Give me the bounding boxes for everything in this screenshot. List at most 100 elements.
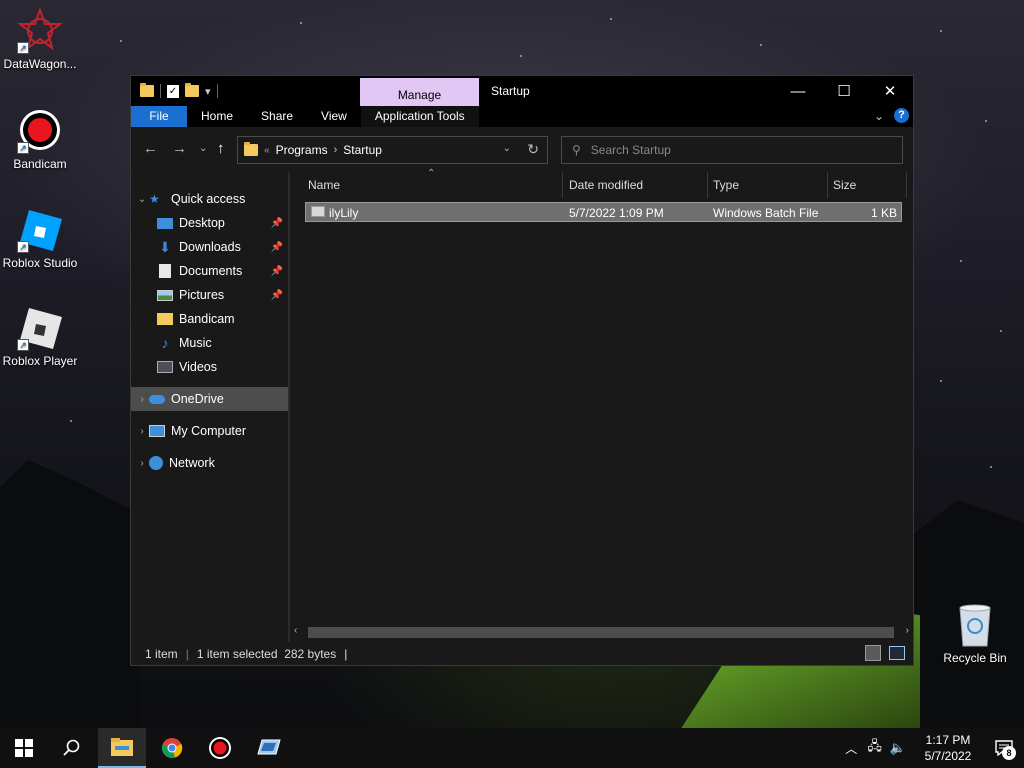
back-arrow-icon[interactable]: ← xyxy=(143,140,158,157)
shortcut-arrow-icon: ↗ xyxy=(17,142,29,154)
action-center-button[interactable]: 8 xyxy=(984,728,1024,768)
nav-documents[interactable]: Documents 📌 xyxy=(131,259,288,283)
close-button[interactable]: ✕ xyxy=(867,76,913,106)
tab-home[interactable]: Home xyxy=(187,106,247,127)
address-dropdown-icon[interactable]: ⌄ xyxy=(503,143,511,154)
column-header-date-modified[interactable]: Date modified xyxy=(569,172,643,198)
manage-contextual-tab[interactable]: Manage xyxy=(360,78,479,106)
expand-chevron-icon[interactable]: › xyxy=(135,426,149,437)
tab-file[interactable]: File xyxy=(131,106,187,127)
nav-bandicam[interactable]: Bandicam xyxy=(131,307,288,331)
column-divider[interactable] xyxy=(562,172,563,198)
film-icon xyxy=(157,361,173,373)
nav-network[interactable]: › Network xyxy=(131,451,288,475)
nav-quick-access[interactable]: ⌄ ★ Quick access xyxy=(131,187,288,211)
desktop-icon-label: DataWagon... xyxy=(3,57,77,71)
expand-ribbon-icon[interactable]: ⌄ xyxy=(874,109,884,123)
large-icons-view-icon[interactable] xyxy=(889,646,905,660)
desktop-icon-roblox-studio[interactable]: ↗ Roblox Studio xyxy=(0,207,80,270)
nav-desktop[interactable]: Desktop 📌 xyxy=(131,211,288,235)
details-view-icon[interactable] xyxy=(865,645,881,661)
window-title: Startup xyxy=(491,84,530,98)
column-header-size[interactable]: Size xyxy=(833,172,856,198)
scroll-left-icon[interactable]: ‹ xyxy=(294,625,297,636)
breadcrumb-separator-icon[interactable]: › xyxy=(334,144,338,156)
help-icon[interactable]: ? xyxy=(894,108,909,123)
new-folder-icon[interactable] xyxy=(185,83,199,97)
show-hidden-icons-chevron-icon[interactable]: ︿ xyxy=(845,740,857,757)
ribbon-tabs: File Home Share View Application Tools ⌄… xyxy=(131,106,913,127)
collapse-chevron-icon[interactable]: ⌄ xyxy=(135,194,149,205)
notification-count-badge: 8 xyxy=(1002,746,1016,760)
customize-qat-icon[interactable]: ▾ xyxy=(205,85,211,98)
start-button[interactable] xyxy=(0,728,48,768)
tab-view[interactable]: View xyxy=(307,106,361,127)
desktop-icon-recycle-bin[interactable]: Recycle Bin xyxy=(935,602,1015,665)
address-bar[interactable]: « Programs › Startup ⌄ ↻ xyxy=(237,136,548,164)
content-area: ⌄ ★ Quick access Desktop 📌 ⬇ Downloads 📌… xyxy=(131,168,913,642)
desktop-icon-bandicam[interactable]: ↗ Bandicam xyxy=(0,108,80,171)
nav-label: Downloads xyxy=(179,240,241,254)
nav-label: Pictures xyxy=(179,288,225,302)
title-bar[interactable]: ✓ ▾ Manage Startup — ☐ ✕ xyxy=(131,76,913,106)
volume-icon[interactable]: 🔈 xyxy=(890,740,906,756)
nav-label: Desktop xyxy=(179,216,225,230)
maximize-button[interactable]: ☐ xyxy=(821,76,867,106)
divider: | xyxy=(185,646,189,661)
taskbar-file-explorer[interactable] xyxy=(98,728,146,768)
music-note-icon: ♪ xyxy=(161,335,169,351)
up-arrow-icon[interactable]: ↑ xyxy=(217,140,225,157)
file-name: ilyLily xyxy=(329,206,359,220)
breadcrumb-programs[interactable]: Programs xyxy=(276,143,328,157)
network-icon[interactable]: 🖧 xyxy=(867,737,882,759)
column-divider[interactable] xyxy=(707,172,708,198)
nav-label: Music xyxy=(179,336,212,350)
horizontal-scrollbar[interactable]: ‹ › xyxy=(290,624,913,640)
minimize-button[interactable]: — xyxy=(775,76,821,106)
search-box[interactable]: ⚲ Search Startup xyxy=(561,136,903,164)
desktop-icon-datawagon[interactable]: ↗ DataWagon... xyxy=(0,7,80,71)
breadcrumb-startup[interactable]: Startup xyxy=(343,143,382,157)
nav-my-computer[interactable]: › My Computer xyxy=(131,419,288,443)
nav-downloads[interactable]: ⬇ Downloads 📌 xyxy=(131,235,288,259)
shortcut-arrow-icon: ↗ xyxy=(17,339,29,351)
nav-onedrive[interactable]: › OneDrive xyxy=(131,387,288,411)
expand-chevron-icon[interactable]: › xyxy=(135,458,149,469)
search-button[interactable] xyxy=(48,728,96,768)
pin-icon: 📌 xyxy=(270,217,283,229)
column-header-name[interactable]: Name xyxy=(308,172,340,198)
nav-videos[interactable]: Videos xyxy=(131,355,288,379)
address-overflow-icon[interactable]: « xyxy=(264,145,270,156)
scrollbar-thumb[interactable] xyxy=(308,627,894,638)
folder-icon xyxy=(140,83,154,97)
clock[interactable]: 1:17 PM 5/7/2022 xyxy=(912,732,984,764)
properties-icon[interactable]: ✓ xyxy=(167,84,179,98)
column-divider[interactable] xyxy=(827,172,828,198)
nav-label: OneDrive xyxy=(171,392,224,406)
tab-share[interactable]: Share xyxy=(247,106,307,127)
nav-music[interactable]: ♪ Music xyxy=(131,331,288,355)
desktop-icon-label: Bandicam xyxy=(13,157,67,171)
pictures-icon xyxy=(157,289,173,301)
datawagon-icon: ↗ xyxy=(17,7,63,54)
recent-locations-chevron-icon[interactable]: ⌄ xyxy=(199,143,207,154)
forward-arrow-icon[interactable]: → xyxy=(172,140,187,157)
desktop-icon-roblox-player[interactable]: ↗ Roblox Player xyxy=(0,305,80,368)
clock-time: 1:17 PM xyxy=(925,733,971,747)
taskbar-chrome[interactable] xyxy=(148,728,196,768)
taskbar-remote-desktop[interactable] xyxy=(245,728,293,768)
file-row[interactable]: ilyLily 5/7/2022 1:09 PM Windows Batch F… xyxy=(305,202,902,222)
nav-pictures[interactable]: Pictures 📌 xyxy=(131,283,288,307)
nav-label: Network xyxy=(169,456,215,470)
nav-label: My Computer xyxy=(171,424,247,438)
column-header-type[interactable]: Type xyxy=(713,172,739,198)
document-icon xyxy=(159,264,171,278)
expand-chevron-icon[interactable]: › xyxy=(135,394,149,405)
taskbar-bandicam[interactable] xyxy=(196,728,244,768)
tab-application-tools[interactable]: Application Tools xyxy=(360,106,479,127)
refresh-icon[interactable]: ↻ xyxy=(527,141,539,158)
scroll-right-icon[interactable]: › xyxy=(906,625,909,636)
file-explorer-window: ✓ ▾ Manage Startup — ☐ ✕ File Home Share… xyxy=(130,75,914,666)
computer-icon xyxy=(149,425,165,437)
column-divider[interactable] xyxy=(906,172,907,198)
